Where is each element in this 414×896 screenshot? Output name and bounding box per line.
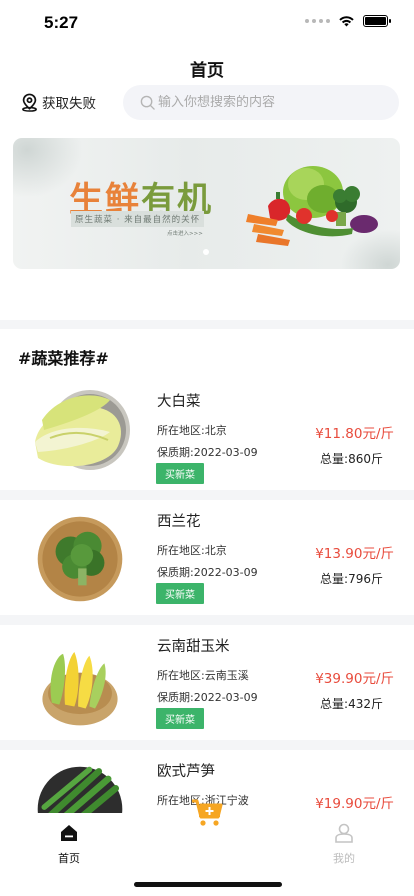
status-time: 5:27 [44,13,79,32]
section-divider [0,320,414,329]
tab-home-label: 首页 [58,852,80,865]
carousel-dot[interactable] [203,249,209,255]
product-region: 所在地区:北京 [157,424,227,437]
cart-plus-icon[interactable] [190,795,224,829]
tab-mine-label: 我的 [333,852,355,865]
row-divider [0,615,414,625]
product-name: 欧式芦笋 [157,764,215,780]
user-icon [335,823,353,843]
home-icon [61,825,77,841]
wifi-icon [339,16,354,27]
product-price: ¥39.90元/斤 [315,671,394,687]
buy-button[interactable]: 买新菜 [156,583,204,604]
product-price: ¥19.90元/斤 [315,796,394,812]
vegetables-image [246,166,378,246]
search-input[interactable] [158,95,378,110]
search-bar[interactable] [123,85,399,120]
status-bar: 5:27 [0,0,414,44]
product-region: 所在地区:北京 [157,544,227,557]
napa-cabbage-image [35,390,130,470]
product-card[interactable]: 大白菜 所在地区:北京 保质期:2022-03-09 买新菜 ¥11.80元/斤… [0,380,414,496]
product-price: ¥11.80元/斤 [315,426,394,442]
page-title: 首页 [190,61,224,81]
product-price: ¥13.90元/斤 [315,546,394,562]
tab-home[interactable]: 首页 [39,823,99,866]
location-label: 获取失败 [42,96,96,112]
product-name: 云南甜玉米 [157,639,230,655]
product-card[interactable]: 云南甜玉米 所在地区:云南玉溪 保质期:2022-03-09 买新菜 ¥39.9… [0,625,414,741]
search-icon [140,95,155,110]
signal-icon [305,19,330,23]
tab-mine[interactable]: 我的 [314,823,374,866]
product-total: 总量:432斤 [320,697,383,711]
battery-icon [363,15,391,27]
product-region: 所在地区:云南玉溪 [157,669,249,682]
asparagus-image [37,766,123,813]
buy-button[interactable]: 买新菜 [156,708,204,729]
product-name: 西兰花 [157,514,201,530]
promo-banner[interactable]: 生鲜有机 原生蔬菜 · 来自最自然的关怀 点击进入>>> [13,138,400,269]
broccoli-image [37,516,123,602]
location-pin-icon [22,93,37,112]
row-divider [0,740,414,750]
product-shelf-life: 保质期:2022-03-09 [157,566,258,579]
home-indicator [134,882,282,887]
product-shelf-life: 保质期:2022-03-09 [157,446,258,459]
location-button[interactable]: 获取失败 [20,92,96,112]
row-divider [0,490,414,500]
product-card[interactable]: 西兰花 所在地区:北京 保质期:2022-03-09 买新菜 ¥13.90元/斤… [0,500,414,616]
banner-subtitle: 原生蔬菜 · 来自最自然的关怀 [71,211,205,227]
corn-image [42,652,118,726]
product-total: 总量:796斤 [320,572,383,586]
product-total: 总量:860斤 [320,452,383,466]
product-name: 大白菜 [157,394,201,410]
product-shelf-life: 保质期:2022-03-09 [157,691,258,704]
section-title: #蔬菜推荐# [18,349,109,368]
banner-enter-link: 点击进入>>> [167,231,203,237]
status-icons [305,15,391,27]
buy-button[interactable]: 买新菜 [156,463,204,484]
